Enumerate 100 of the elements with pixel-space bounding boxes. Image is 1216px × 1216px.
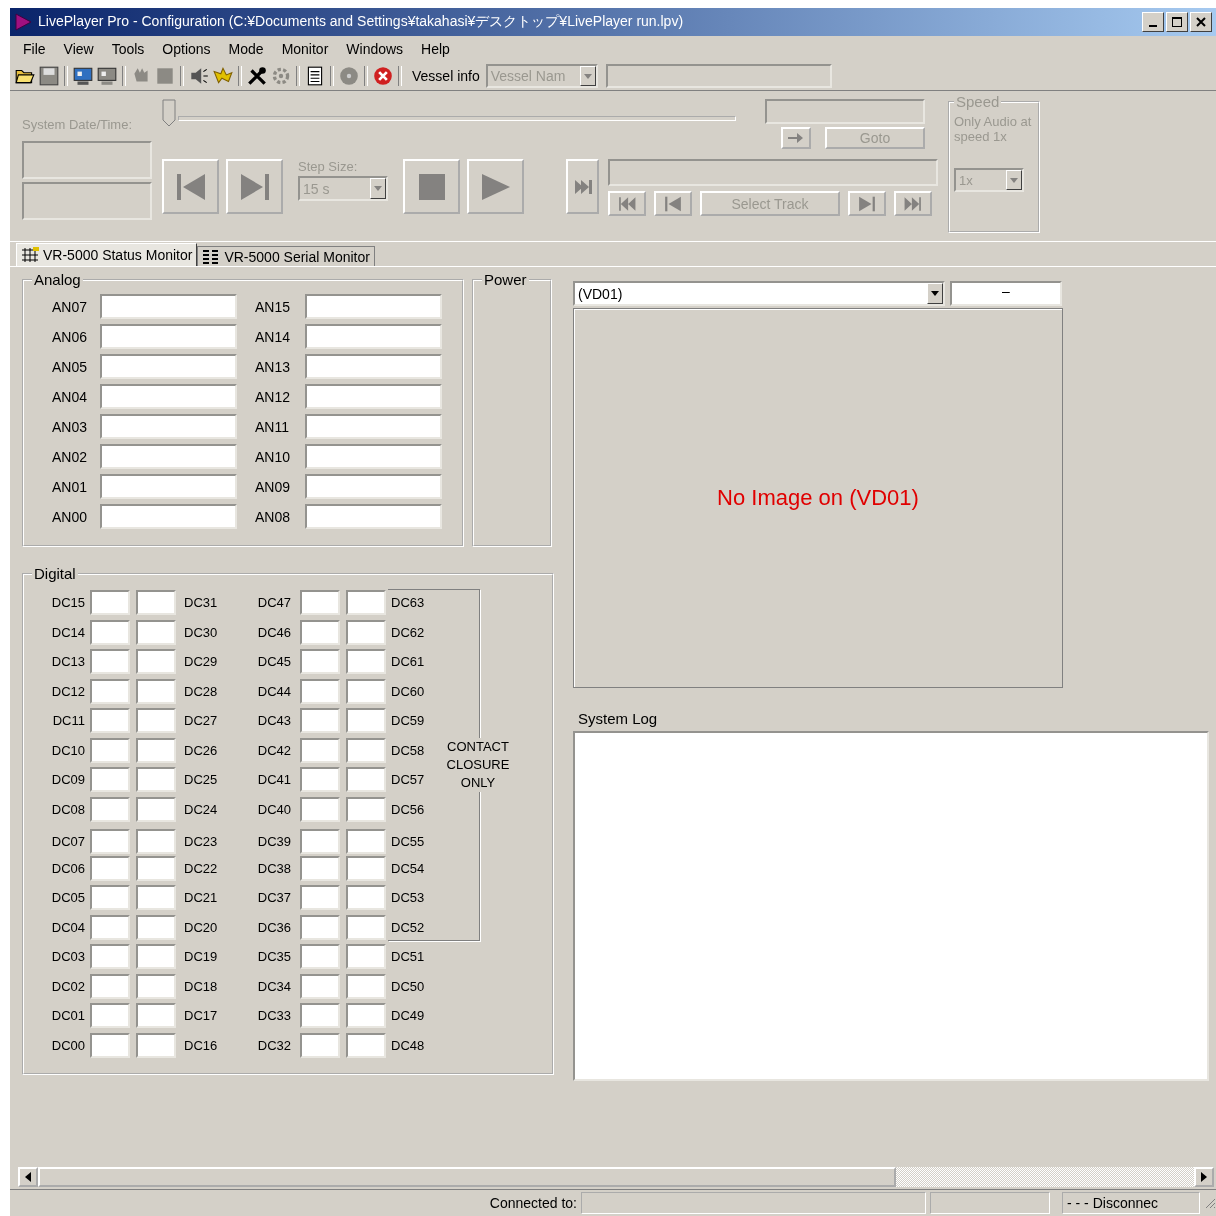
channel-field[interactable] [90, 829, 130, 855]
channel-field[interactable] [136, 619, 176, 645]
channel-field[interactable] [305, 324, 442, 349]
channel-field[interactable] [90, 885, 130, 911]
channel-field[interactable] [346, 914, 386, 940]
channel-field[interactable] [300, 737, 340, 763]
channel-field[interactable] [300, 678, 340, 704]
menu-item[interactable]: Tools [102, 41, 154, 57]
channel-field[interactable] [136, 590, 176, 616]
channel-field[interactable] [346, 973, 386, 999]
channel-field[interactable] [346, 678, 386, 704]
menu-item[interactable]: Options [153, 41, 220, 57]
channel-field[interactable] [136, 885, 176, 911]
channel-field[interactable] [100, 384, 237, 409]
channel-field[interactable] [300, 649, 340, 675]
channel-field[interactable] [90, 796, 130, 822]
channel-field[interactable] [346, 796, 386, 822]
channel-field[interactable] [136, 829, 176, 855]
scroll-right-button[interactable] [1194, 1167, 1214, 1187]
channel-field[interactable] [300, 914, 340, 940]
channel-field[interactable] [100, 324, 237, 349]
channel-field[interactable] [100, 414, 237, 439]
channel-field[interactable] [100, 444, 237, 469]
channel-field[interactable] [346, 944, 386, 970]
channel-field[interactable] [136, 973, 176, 999]
channel-field[interactable] [136, 1032, 176, 1058]
channel-field[interactable] [305, 294, 442, 319]
menu-item[interactable]: View [54, 41, 103, 57]
tools-icon[interactable] [246, 65, 268, 87]
channel-field[interactable] [346, 590, 386, 616]
close-button[interactable] [1190, 12, 1212, 32]
maximize-button[interactable] [1166, 12, 1188, 32]
channel-field[interactable] [100, 294, 237, 319]
channel-field[interactable] [100, 354, 237, 379]
channel-field[interactable] [300, 1003, 340, 1029]
channel-field[interactable] [300, 796, 340, 822]
channel-field[interactable] [305, 384, 442, 409]
channel-field[interactable] [136, 767, 176, 793]
channel-field[interactable] [300, 708, 340, 734]
channel-field[interactable] [346, 1032, 386, 1058]
tab[interactable]: VR-5000 Status Monitor [16, 243, 198, 266]
channel-field[interactable] [100, 504, 237, 529]
channel-field[interactable] [300, 885, 340, 911]
channel-field[interactable] [90, 619, 130, 645]
channel-field[interactable] [300, 973, 340, 999]
tab[interactable]: VR-5000 Serial Monitor [197, 246, 375, 266]
channel-field[interactable] [100, 474, 237, 499]
close-icon[interactable] [372, 65, 394, 87]
channel-field[interactable] [305, 474, 442, 499]
channel-field[interactable] [90, 944, 130, 970]
connection-field[interactable] [581, 1192, 926, 1214]
channel-field[interactable] [346, 1003, 386, 1029]
vessel-field[interactable] [605, 64, 832, 88]
channel-field[interactable] [136, 796, 176, 822]
channel-field[interactable] [90, 973, 130, 999]
menu-item[interactable]: Monitor [272, 41, 338, 57]
channel-field[interactable] [346, 767, 386, 793]
channel-field[interactable] [300, 944, 340, 970]
resize-grip-icon[interactable] [1204, 1197, 1216, 1209]
channel-field[interactable] [346, 737, 386, 763]
minimize-button[interactable] [1142, 12, 1164, 32]
scroll-left-button[interactable] [18, 1167, 38, 1187]
menu-item[interactable]: Mode [219, 41, 273, 57]
channel-field[interactable] [90, 767, 130, 793]
channel-field[interactable] [90, 855, 130, 881]
menu-item[interactable]: Windows [337, 41, 413, 57]
channel-field[interactable] [300, 590, 340, 616]
channel-field[interactable] [346, 619, 386, 645]
channel-field[interactable] [346, 829, 386, 855]
channel-field[interactable] [346, 708, 386, 734]
channel-field[interactable] [136, 737, 176, 763]
channel-field[interactable] [305, 414, 442, 439]
channel-field[interactable] [136, 855, 176, 881]
video-value-field[interactable]: – [950, 281, 1062, 306]
channel-field[interactable] [90, 1032, 130, 1058]
channel-field[interactable] [90, 708, 130, 734]
channel-field[interactable] [90, 590, 130, 616]
channel-field[interactable] [90, 737, 130, 763]
scroll-thumb[interactable] [38, 1167, 896, 1187]
menu-item[interactable]: File [14, 41, 55, 57]
channel-field[interactable] [346, 855, 386, 881]
channel-field[interactable] [300, 829, 340, 855]
channel-field[interactable] [136, 914, 176, 940]
channel-field[interactable] [90, 914, 130, 940]
channel-field[interactable] [300, 619, 340, 645]
channel-field[interactable] [305, 354, 442, 379]
channel-field[interactable] [305, 444, 442, 469]
menu-item[interactable]: Help [412, 41, 459, 57]
channel-field[interactable] [136, 649, 176, 675]
channel-field[interactable] [346, 649, 386, 675]
channel-field[interactable] [136, 944, 176, 970]
channel-field[interactable] [305, 504, 442, 529]
channel-field[interactable] [300, 767, 340, 793]
channel-field[interactable] [136, 678, 176, 704]
channel-field[interactable] [300, 855, 340, 881]
channel-field[interactable] [90, 678, 130, 704]
channel-field[interactable] [136, 1003, 176, 1029]
channel-field[interactable] [90, 1003, 130, 1029]
channel-field[interactable] [346, 885, 386, 911]
channel-field[interactable] [300, 1032, 340, 1058]
